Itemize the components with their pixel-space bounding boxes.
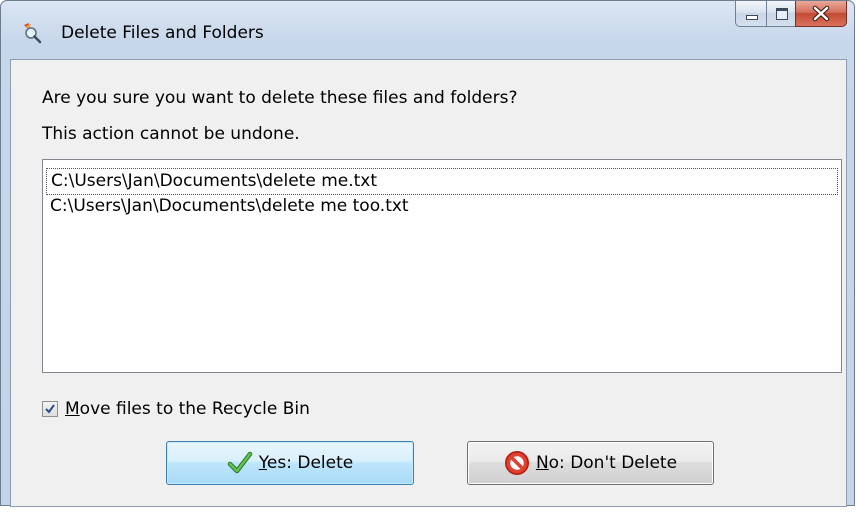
label-text: es: Delete bbox=[266, 453, 354, 473]
access-key: Y bbox=[258, 453, 267, 473]
no-entry-icon bbox=[504, 451, 529, 475]
list-item[interactable]: C:\Users\Jan\Documents\delete me.txt bbox=[46, 168, 838, 195]
checkmark-icon bbox=[227, 451, 253, 474]
access-key: N bbox=[535, 453, 549, 473]
recycle-bin-checkbox[interactable] bbox=[42, 401, 58, 417]
dialog-client-area: Are you sure you want to delete these fi… bbox=[10, 59, 847, 507]
minimize-icon bbox=[746, 15, 758, 20]
title-bar[interactable]: Delete Files and Folders bbox=[1, 1, 854, 59]
caption-buttons bbox=[735, 1, 847, 28]
label-text: ove files to the Recycle Bin bbox=[79, 399, 310, 419]
list-item[interactable]: C:\Users\Jan\Documents\delete me too.txt bbox=[46, 194, 838, 221]
maximize-icon bbox=[776, 8, 788, 20]
file-listbox[interactable]: C:\Users\Jan\Documents\delete me.txt C:\… bbox=[42, 159, 842, 373]
magnifier-icon bbox=[21, 22, 43, 44]
checkmark-icon bbox=[45, 404, 55, 414]
label-text: o: Don't Delete bbox=[548, 453, 678, 473]
confirm-message: Are you sure you want to delete these fi… bbox=[42, 88, 518, 108]
delete-dialog-window: Delete Files and Folders Are you sure yo… bbox=[0, 0, 855, 507]
button-label: No: Don't Delete bbox=[536, 453, 677, 473]
recycle-bin-option[interactable]: Move files to the Recycle Bin bbox=[42, 398, 310, 420]
access-key: M bbox=[65, 399, 80, 419]
window-title: Delete Files and Folders bbox=[61, 23, 264, 43]
maximize-button[interactable] bbox=[766, 1, 795, 27]
no-dont-delete-button[interactable]: No: Don't Delete bbox=[467, 441, 714, 485]
close-button[interactable] bbox=[795, 1, 847, 27]
button-label: Yes: Delete bbox=[259, 453, 353, 473]
close-icon bbox=[812, 5, 830, 22]
recycle-bin-label[interactable]: Move files to the Recycle Bin bbox=[65, 399, 310, 419]
yes-delete-button[interactable]: Yes: Delete bbox=[166, 441, 414, 485]
warning-message: This action cannot be undone. bbox=[42, 124, 300, 144]
minimize-button[interactable] bbox=[735, 1, 766, 27]
